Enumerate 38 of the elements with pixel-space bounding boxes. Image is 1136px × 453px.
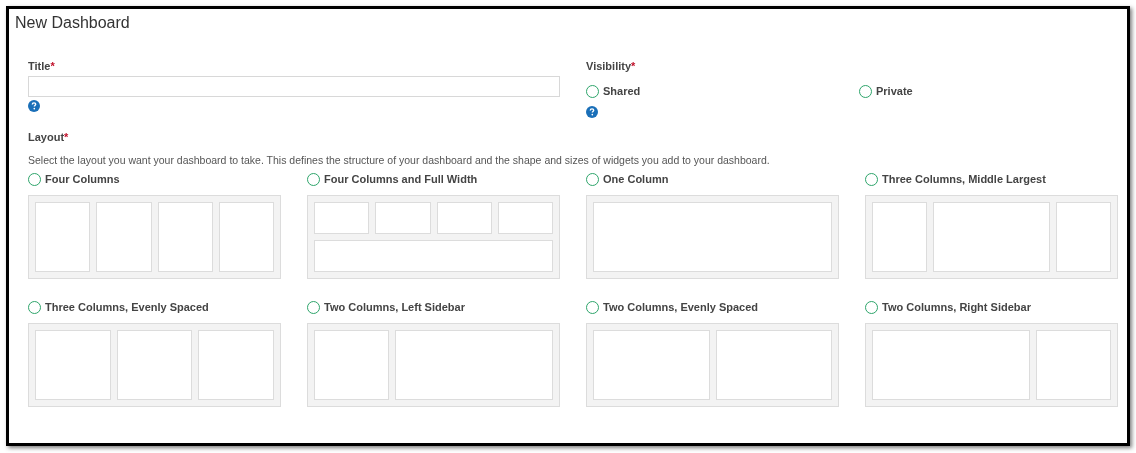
radio-option[interactable]: Two Columns, Left Sidebar — [307, 300, 560, 314]
radio-circle[interactable] — [28, 172, 41, 186]
option-label: Two Columns, Left Sidebar — [324, 300, 465, 314]
option-label: Four Columns and Full Width — [324, 172, 478, 186]
radio-circle[interactable] — [859, 84, 872, 98]
layout-description: Select the layout you want your dashboard to take. This defines the structure of your dashboard and the shape and sizes of widgets you add to your dashboard. — [28, 153, 771, 167]
radio-option[interactable]: Two Columns, Right Sidebar — [865, 300, 1118, 314]
radio-option[interactable]: Three Columns, Middle Largest — [865, 172, 1118, 186]
field-label: Layout* — [28, 130, 70, 144]
radio-option[interactable]: Shared — [586, 84, 859, 98]
radio-option[interactable]: Three Columns, Evenly Spaced — [28, 300, 281, 314]
radio-circle[interactable] — [307, 172, 320, 186]
option-label: Private — [876, 84, 913, 98]
help-icon[interactable] — [28, 100, 40, 112]
field-label: Title* — [28, 59, 56, 73]
option-label: Three Columns, Evenly Spaced — [45, 300, 209, 314]
radio-option[interactable]: Four Columns and Full Width — [307, 172, 560, 186]
option-label: Shared — [603, 84, 641, 98]
radio-circle[interactable] — [865, 300, 878, 314]
option-label: Three Columns, Middle Largest — [882, 172, 1046, 186]
radio-circle[interactable] — [28, 300, 41, 314]
option-label: Two Columns, Right Sidebar — [882, 300, 1031, 314]
radio-option[interactable]: Two Columns, Evenly Spaced — [586, 300, 839, 314]
field-label: Visibility* — [586, 59, 637, 73]
radio-circle[interactable] — [586, 300, 599, 314]
option-label: Four Columns — [45, 172, 120, 186]
radio-option[interactable]: Four Columns — [28, 172, 281, 186]
title-input[interactable] — [28, 76, 560, 97]
page-title: New Dashboard — [15, 13, 131, 33]
radio-circle[interactable] — [865, 172, 878, 186]
option-label: Two Columns, Evenly Spaced — [603, 300, 759, 314]
radio-option[interactable]: Private — [859, 84, 1121, 98]
radio-circle[interactable] — [586, 172, 599, 186]
radio-option[interactable]: One Column — [586, 172, 839, 186]
radio-circle[interactable] — [586, 84, 599, 98]
radio-circle[interactable] — [307, 300, 320, 314]
help-icon[interactable] — [586, 106, 598, 118]
option-label: One Column — [603, 172, 669, 186]
